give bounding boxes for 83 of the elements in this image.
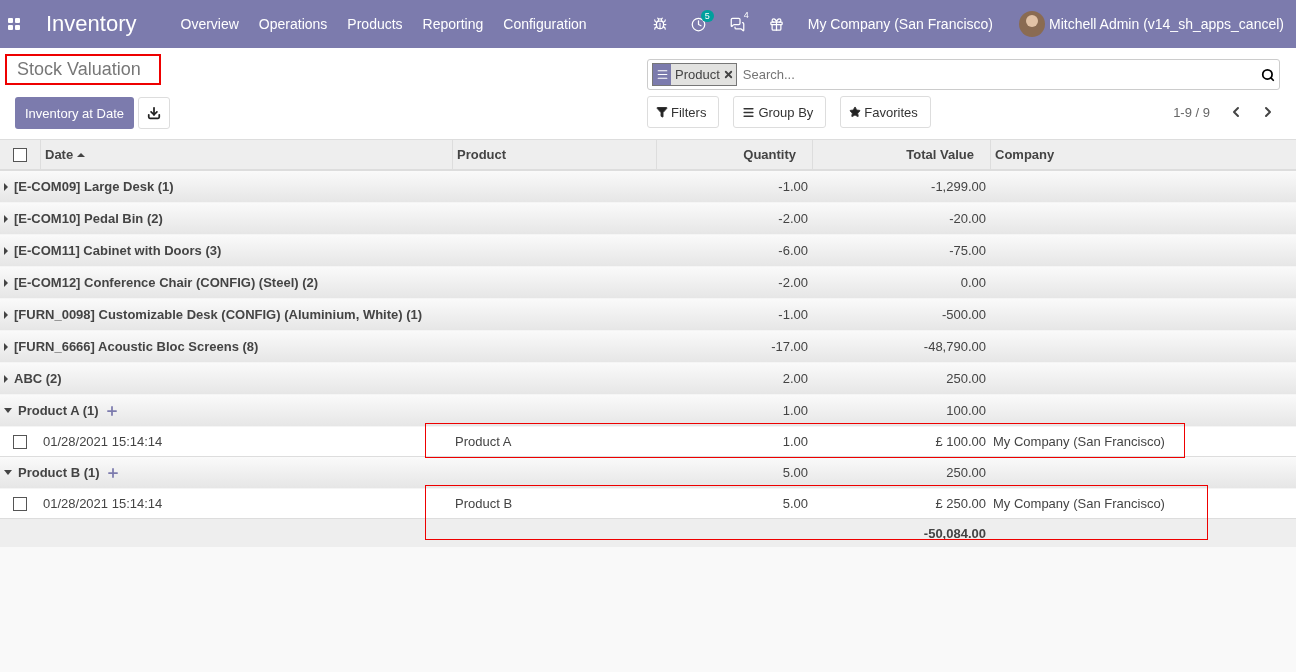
activity-count: 5 bbox=[700, 9, 714, 22]
group-quantity: -17.00 bbox=[771, 339, 809, 354]
clock-icon[interactable] bbox=[690, 16, 706, 32]
search-field[interactable]: Product Search... bbox=[647, 59, 1280, 90]
sort-caret-icon bbox=[77, 152, 86, 157]
group-label: [E-COM09] Large Desk (1) bbox=[14, 179, 174, 194]
user-menu[interactable]: Mitchell Admin (v14_sh_apps_cancel) bbox=[1049, 16, 1284, 32]
apps-menu-icon[interactable] bbox=[8, 18, 20, 30]
record-row[interactable]: 01/28/2021 15:14:14 Product A 1.00 £ 100.00 My Company (San Francisco) bbox=[0, 427, 1296, 457]
inventory-at-date-button[interactable]: Inventory at Date bbox=[15, 97, 134, 129]
message-count: 4 bbox=[743, 9, 749, 20]
select-all-checkbox[interactable] bbox=[13, 147, 27, 162]
pager-value: 1-9 / 9 bbox=[1173, 104, 1210, 120]
user-avatar[interactable] bbox=[1019, 11, 1045, 37]
chat-icon[interactable] bbox=[729, 16, 745, 32]
product-cell-text: Product B bbox=[454, 496, 514, 511]
quantity-cell-text: 1.00 bbox=[782, 434, 809, 449]
menu-icon bbox=[742, 105, 756, 119]
total-value-cell-text: £ 250.00 bbox=[935, 496, 987, 511]
grand-total: -50,084.00 bbox=[923, 525, 987, 541]
group-quantity: -6.00 bbox=[778, 243, 809, 258]
group-total: -500.00 bbox=[941, 307, 987, 322]
page-title: Stock Valuation bbox=[5, 54, 161, 85]
app-name: Inventory bbox=[46, 11, 137, 37]
group-total: -20.00 bbox=[949, 211, 987, 226]
group-label: ABC (2) bbox=[14, 371, 62, 386]
add-icon[interactable] bbox=[105, 465, 120, 480]
remove-icon[interactable] bbox=[722, 69, 734, 80]
group-label: [FURN_6666] Acoustic Bloc Screens (8) bbox=[14, 339, 259, 354]
group-quantity: -2.00 bbox=[778, 275, 809, 290]
company-switcher[interactable]: My Company (San Francisco) bbox=[807, 16, 993, 32]
column-header[interactable]: Date bbox=[40, 140, 452, 169]
search-facet[interactable]: Product bbox=[652, 63, 737, 86]
date-cell-text: 01/28/2021 15:14:14 bbox=[42, 496, 164, 511]
group-total: -48,790.00 bbox=[923, 339, 987, 354]
menu-item[interactable]: Configuration bbox=[503, 16, 587, 32]
filter-icon bbox=[656, 106, 668, 118]
row-checkbox[interactable] bbox=[13, 434, 27, 449]
column-header[interactable]: Product bbox=[452, 140, 656, 169]
group-total: 250.00 bbox=[946, 371, 987, 386]
column-header[interactable]: Total Value bbox=[812, 140, 990, 169]
group-total: -75.00 bbox=[949, 243, 987, 258]
group-total: -1,299.00 bbox=[931, 179, 987, 194]
quantity-cell-text: 5.00 bbox=[782, 496, 809, 511]
group-total: 100.00 bbox=[946, 403, 987, 418]
product-cell-text: Product A bbox=[454, 434, 513, 449]
menu-item[interactable]: Products bbox=[347, 16, 403, 32]
record-row[interactable]: 01/28/2021 15:14:14 Product B 5.00 £ 250.00 My Company (San Francisco) bbox=[0, 489, 1296, 519]
total-value-cell-text: £ 100.00 bbox=[935, 434, 987, 449]
group-total: 0.00 bbox=[960, 275, 987, 290]
group-quantity: 2.00 bbox=[782, 371, 809, 386]
star-icon bbox=[849, 106, 862, 118]
group-icon bbox=[655, 68, 669, 81]
search-icon[interactable] bbox=[1261, 67, 1275, 82]
menu-item[interactable]: Operations bbox=[258, 16, 328, 32]
group-quantity: 1.00 bbox=[782, 403, 809, 418]
group-quantity: -1.00 bbox=[778, 307, 809, 322]
group-label: [E-COM12] Conference Chair (CONFIG) (Steel) (2) bbox=[14, 275, 319, 290]
group-label: Product A (1) bbox=[18, 403, 99, 418]
group-label: Product B (1) bbox=[18, 465, 100, 480]
add-icon[interactable] bbox=[104, 403, 119, 418]
group-by-button[interactable]: Group By bbox=[733, 96, 827, 128]
favorites-button[interactable]: Favorites bbox=[840, 96, 931, 128]
group-total: 250.00 bbox=[946, 465, 987, 480]
bug-icon[interactable] bbox=[652, 17, 667, 31]
group-label: [E-COM11] Cabinet with Doors (3) bbox=[14, 243, 222, 258]
group-label: [FURN_0098] Customizable Desk (CONFIG) (Aluminium, White) (1) bbox=[14, 307, 423, 322]
group-quantity: -1.00 bbox=[778, 179, 809, 194]
download-button[interactable] bbox=[138, 97, 170, 129]
download-icon bbox=[147, 106, 161, 120]
column-header[interactable]: Company bbox=[990, 140, 1296, 169]
company-cell-text: My Company (San Francisco) bbox=[992, 496, 1166, 511]
menu-item[interactable]: Overview bbox=[180, 16, 239, 32]
gift-icon[interactable] bbox=[768, 16, 784, 32]
date-cell-text: 01/28/2021 15:14:14 bbox=[42, 434, 164, 449]
company-cell-text: My Company (San Francisco) bbox=[992, 434, 1166, 449]
group-quantity: 5.00 bbox=[782, 465, 809, 480]
group-label: [E-COM10] Pedal Bin (2) bbox=[14, 211, 163, 226]
group-quantity: -2.00 bbox=[778, 211, 809, 226]
menu-item[interactable]: Reporting bbox=[422, 16, 484, 32]
filters-button[interactable]: Filters bbox=[647, 96, 720, 128]
column-header[interactable]: Quantity bbox=[656, 140, 812, 169]
row-checkbox[interactable] bbox=[13, 496, 27, 511]
